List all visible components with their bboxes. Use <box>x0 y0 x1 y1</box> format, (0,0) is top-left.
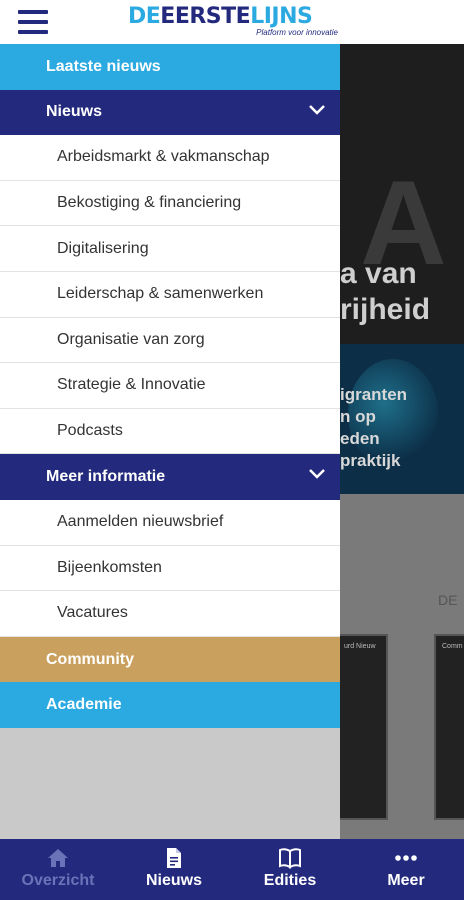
menu-item-care-organization[interactable]: Organisatie van zorg <box>0 317 340 364</box>
menu-academy[interactable]: Academie <box>0 682 340 728</box>
section-label: DE <box>438 592 458 608</box>
book-icon <box>279 848 301 869</box>
edition-cover: urd Nieuw <box>340 634 388 820</box>
more-dots-icon <box>395 855 417 861</box>
menu-item-vacancies[interactable]: Vacatures <box>0 591 340 637</box>
chevron-down-icon[interactable] <box>308 104 326 116</box>
background-content: A a van rijheid igranten n op eden prakt… <box>340 44 464 839</box>
chevron-down-icon[interactable] <box>308 468 326 480</box>
app-logo[interactable]: DEEERSTELIJNS Platform voor innovatie <box>128 4 340 40</box>
nav-news[interactable]: Nieuws <box>116 839 232 900</box>
card-title: igranten n op eden praktijk <box>340 385 408 470</box>
document-icon <box>167 848 181 868</box>
menu-latest-news[interactable]: Laatste nieuws <box>0 44 340 90</box>
nav-editions[interactable]: Edities <box>232 839 348 900</box>
bottom-navigation: Overzicht Nieuws Edities Meer <box>0 839 464 900</box>
menu-community[interactable]: Community <box>0 636 340 683</box>
edition-cover: Comm <box>434 634 464 820</box>
menu-item-funding[interactable]: Bekostiging & financiering <box>0 180 340 227</box>
menu-news[interactable]: Nieuws <box>0 89 340 136</box>
nav-overview[interactable]: Overzicht <box>0 839 116 900</box>
menu-more-info[interactable]: Meer informatie <box>0 454 340 500</box>
navigation-drawer: Laatste nieuws Nieuws Arbeidsmarkt & vak… <box>0 44 340 728</box>
app-header: DEEERSTELIJNS Platform voor innovatie <box>0 0 464 44</box>
menu-item-events[interactable]: Bijeenkomsten <box>0 545 340 592</box>
editions-section: DE urd Nieuw Comm <box>340 494 464 839</box>
menu-item-newsletter[interactable]: Aanmelden nieuwsbrief <box>0 499 340 546</box>
menu-item-labor-market[interactable]: Arbeidsmarkt & vakmanschap <box>0 135 340 181</box>
nav-more[interactable]: Meer <box>348 839 464 900</box>
hero-article: A a van rijheid <box>340 44 464 344</box>
hamburger-menu-icon[interactable] <box>18 8 50 36</box>
home-icon <box>48 849 68 867</box>
article-card: igranten n op eden praktijk <box>340 344 464 494</box>
menu-item-leadership[interactable]: Leiderschap & samenwerken <box>0 271 340 318</box>
logo-wordmark: DEEERSTELIJNS <box>128 4 313 29</box>
menu-item-digitalization[interactable]: Digitalisering <box>0 226 340 272</box>
menu-item-strategy[interactable]: Strategie & Innovatie <box>0 363 340 409</box>
hero-title: a van rijheid <box>340 257 431 326</box>
drawer-overlay-strip <box>0 728 340 839</box>
logo-tagline: Platform voor innovatie <box>256 28 338 37</box>
menu-item-podcasts[interactable]: Podcasts <box>0 408 340 455</box>
